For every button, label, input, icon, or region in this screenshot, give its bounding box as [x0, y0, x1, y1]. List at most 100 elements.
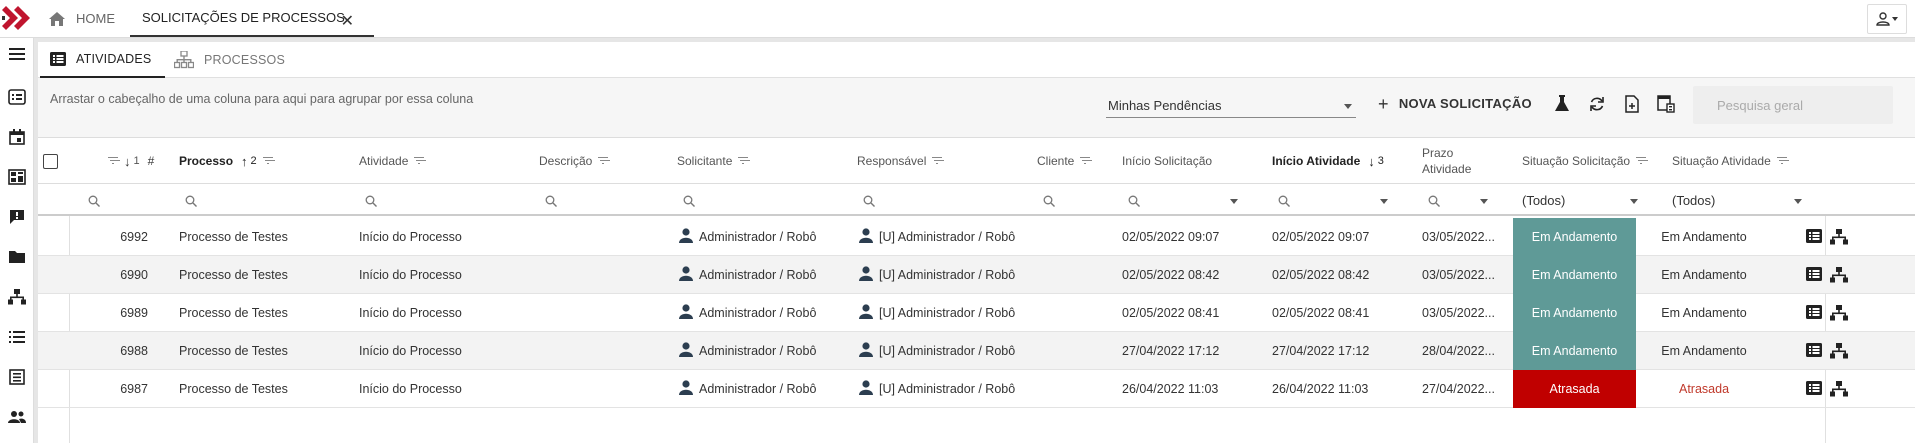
cell-activity: Início do Processo [359, 268, 462, 282]
cell-id: 6990 [120, 268, 148, 282]
details-list-icon[interactable] [1806, 267, 1822, 281]
table-row[interactable]: 6988 Processo de Testes Início do Processo… [38, 332, 1915, 370]
filter-icon[interactable] [414, 157, 425, 165]
table-row[interactable]: 6989 Processo de Testes Início do Processo… [38, 294, 1915, 332]
cell-activity: Início do Processo [359, 382, 462, 396]
column-header-request-start[interactable]: Início Solicitação [1122, 138, 1212, 184]
filter-icon[interactable] [108, 157, 118, 165]
search-icon[interactable] [863, 195, 875, 207]
process-tree-icon[interactable] [1830, 305, 1848, 321]
user-menu-button[interactable] [1867, 4, 1907, 34]
activity-status-filter[interactable]: (Todos) [1672, 193, 1715, 208]
chevron-down-icon[interactable] [1794, 199, 1802, 204]
filter-icon[interactable] [1080, 157, 1091, 165]
cell-process: Processo de Testes [179, 268, 288, 282]
grid-header: ↓ 1 # Processo ↑ 2 Atividade Descrição Sol… [38, 138, 1915, 184]
filter-icon[interactable] [262, 157, 273, 165]
export-file-icon[interactable] [1621, 93, 1643, 115]
process-tree-icon[interactable] [1830, 381, 1848, 397]
process-tree-icon[interactable] [1830, 229, 1848, 245]
search-icon[interactable] [545, 195, 557, 207]
table-row[interactable]: 6992 Processo de Testes Início do Processo… [38, 218, 1915, 256]
column-header-client[interactable]: Cliente [1037, 138, 1091, 184]
filter-icon[interactable] [1776, 157, 1787, 165]
pending-filter-select[interactable]: Minhas Pendências [1106, 92, 1356, 118]
sidebar [0, 38, 34, 443]
column-header-activity-start[interactable]: Início Atividade ↓ 3 [1272, 138, 1384, 184]
column-header-request-status[interactable]: Situação Solicitação [1522, 138, 1647, 184]
cell-activity-start: 27/04/2022 17:12 [1272, 344, 1370, 358]
toolbar: Arrastar o cabeçalho de uma coluna para … [38, 78, 1915, 138]
data-grid: ↓ 1 # Processo ↑ 2 Atividade Descrição Sol… [38, 138, 1915, 443]
table-row[interactable]: 6990 Processo de Testes Início do Processo… [38, 256, 1915, 294]
filter-row: (Todos) (Todos) [38, 184, 1915, 216]
process-tree-icon[interactable] [1830, 343, 1848, 359]
tab-activities-label: ATIVIDADES [76, 52, 152, 66]
hamburger-menu-icon[interactable] [7, 44, 27, 64]
column-header-activity-label: Atividade [359, 154, 409, 168]
message-icon[interactable] [7, 207, 27, 227]
tab-activities[interactable]: ATIVIDADES [40, 42, 165, 78]
search-icon[interactable] [1278, 195, 1290, 207]
column-chooser-icon[interactable] [1655, 93, 1677, 115]
task-list-icon[interactable] [7, 87, 27, 107]
column-header-activity[interactable]: Atividade [359, 138, 425, 184]
cell-process: Processo de Testes [179, 230, 288, 244]
filter-icon[interactable] [738, 157, 749, 165]
folder-icon[interactable] [7, 247, 27, 267]
select-all-checkbox[interactable] [43, 138, 58, 184]
dashboard-icon[interactable] [7, 167, 27, 187]
activities-list-icon [50, 52, 66, 66]
column-header-id[interactable]: ↓ 1 # [108, 138, 154, 184]
chevron-down-icon[interactable] [1380, 199, 1388, 204]
chevron-down-icon[interactable] [1230, 199, 1238, 204]
column-header-responsible[interactable]: Responsável [857, 138, 943, 184]
search-icon[interactable] [1428, 195, 1440, 207]
document-list-icon[interactable] [7, 367, 27, 387]
chevron-down-icon[interactable] [1630, 199, 1638, 204]
row-actions [1806, 267, 1848, 283]
search-icon[interactable] [88, 195, 100, 207]
flask-icon[interactable] [1551, 93, 1573, 115]
cell-requester: Administrador / Robô [679, 370, 816, 408]
filter-icon[interactable] [932, 157, 943, 165]
cell-request-start: 26/04/2022 11:03 [1122, 382, 1219, 396]
search-icon[interactable] [185, 195, 197, 207]
details-list-icon[interactable] [1806, 305, 1822, 319]
global-search-input[interactable]: Pesquisa geral [1693, 86, 1893, 124]
user-icon [859, 380, 879, 398]
list-icon[interactable] [7, 327, 27, 347]
cell-request-start: 02/05/2022 08:41 [1122, 306, 1220, 320]
details-list-icon[interactable] [1806, 343, 1822, 357]
refresh-icon[interactable] [1586, 93, 1608, 115]
new-request-button[interactable]: + NOVA SOLICITAÇÃO [1378, 95, 1532, 113]
table-row[interactable]: 6987 Processo de Testes Início do Processo… [38, 370, 1915, 408]
status-badge: Em Andamento [1513, 332, 1636, 370]
chevron-down-icon[interactable] [1480, 199, 1488, 204]
search-icon[interactable] [1128, 195, 1140, 207]
process-tree-icon[interactable] [1830, 267, 1848, 283]
search-icon[interactable] [1043, 195, 1055, 207]
search-icon[interactable] [365, 195, 377, 207]
column-header-process[interactable]: Processo ↑ 2 [179, 138, 273, 184]
filter-icon[interactable] [598, 157, 609, 165]
close-tab-icon[interactable]: ✕ [341, 11, 354, 31]
column-header-activity-status[interactable]: Situação Atividade [1672, 138, 1787, 184]
tab-home[interactable]: HOME [48, 0, 115, 37]
search-icon[interactable] [683, 195, 695, 207]
filter-icon[interactable] [1636, 157, 1647, 165]
cell-activity-status: Em Andamento [1661, 268, 1747, 282]
status-badge: Em Andamento [1513, 294, 1636, 332]
tab-solicitacoes[interactable]: SOLICITAÇÕES DE PROCESSOS ✕ [130, 0, 374, 37]
process-tree-icon[interactable] [7, 287, 27, 307]
details-list-icon[interactable] [1806, 229, 1822, 243]
column-header-deadline[interactable]: Prazo Atividade [1422, 138, 1471, 184]
tab-processes[interactable]: PROCESSOS [174, 42, 285, 78]
details-list-icon[interactable] [1806, 381, 1822, 395]
column-header-description[interactable]: Descrição [539, 138, 609, 184]
column-header-requester[interactable]: Solicitante [677, 138, 749, 184]
app-logo[interactable] [2, 4, 38, 32]
request-status-filter[interactable]: (Todos) [1522, 193, 1565, 208]
users-icon[interactable] [7, 407, 27, 427]
calendar-icon[interactable] [7, 127, 27, 147]
